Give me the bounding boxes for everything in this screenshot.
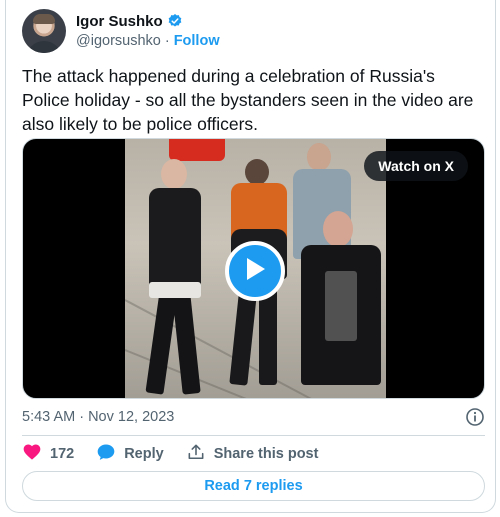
avatar-hair (33, 14, 55, 24)
name-row: Igor Sushko (76, 12, 220, 31)
meta-row: @igorsushko · Follow (76, 32, 220, 51)
thumbnail-shirt-hem (149, 282, 201, 298)
display-name[interactable]: Igor Sushko (76, 12, 163, 31)
reply-bubble-icon (96, 442, 124, 466)
timestamp[interactable]: 5:43 AM · Nov 12, 2023 (22, 409, 174, 425)
tweet-card: Igor Sushko @igorsushko · Follow The att… (5, 0, 496, 513)
thumbnail-head (307, 143, 331, 171)
reply-button[interactable]: Reply (96, 442, 164, 466)
thumbnail-print (325, 271, 357, 341)
follow-button[interactable]: Follow (174, 32, 220, 51)
play-icon (242, 255, 268, 288)
thumbnail-leg (171, 283, 201, 395)
tweet-header: Igor Sushko @igorsushko · Follow (22, 8, 220, 54)
divider (22, 435, 485, 436)
thumbnail-head (245, 159, 269, 185)
heart-icon (22, 442, 50, 466)
thumbnail-head (323, 211, 353, 247)
share-button[interactable]: Share this post (186, 442, 319, 466)
video-player[interactable]: Watch on X (22, 138, 485, 399)
thumbnail-torso (149, 188, 201, 288)
avatar[interactable] (22, 9, 66, 53)
share-icon (186, 442, 214, 466)
verified-badge-icon (167, 13, 183, 29)
handle[interactable]: @igorsushko (76, 32, 161, 51)
info-icon[interactable] (465, 407, 485, 427)
separator-dot: · (164, 32, 170, 49)
read-replies-button[interactable]: Read 7 replies (22, 471, 485, 501)
play-button[interactable] (225, 241, 285, 301)
action-bar: 172 Reply Share this post (22, 442, 340, 466)
avatar-shoulders (26, 41, 62, 53)
watch-on-x-button[interactable]: Watch on X (364, 151, 468, 181)
tweet-text: The attack happened during a celebration… (22, 66, 474, 134)
like-button[interactable]: 172 (22, 442, 74, 466)
thumbnail-person (145, 154, 215, 398)
reply-label: Reply (124, 446, 164, 462)
like-count: 172 (50, 446, 75, 462)
thumbnail-person (293, 211, 385, 398)
share-label: Share this post (213, 446, 319, 462)
author-info: Igor Sushko @igorsushko · Follow (76, 12, 220, 51)
thumbnail-head (161, 159, 187, 189)
timestamp-row: 5:43 AM · Nov 12, 2023 (22, 406, 485, 428)
